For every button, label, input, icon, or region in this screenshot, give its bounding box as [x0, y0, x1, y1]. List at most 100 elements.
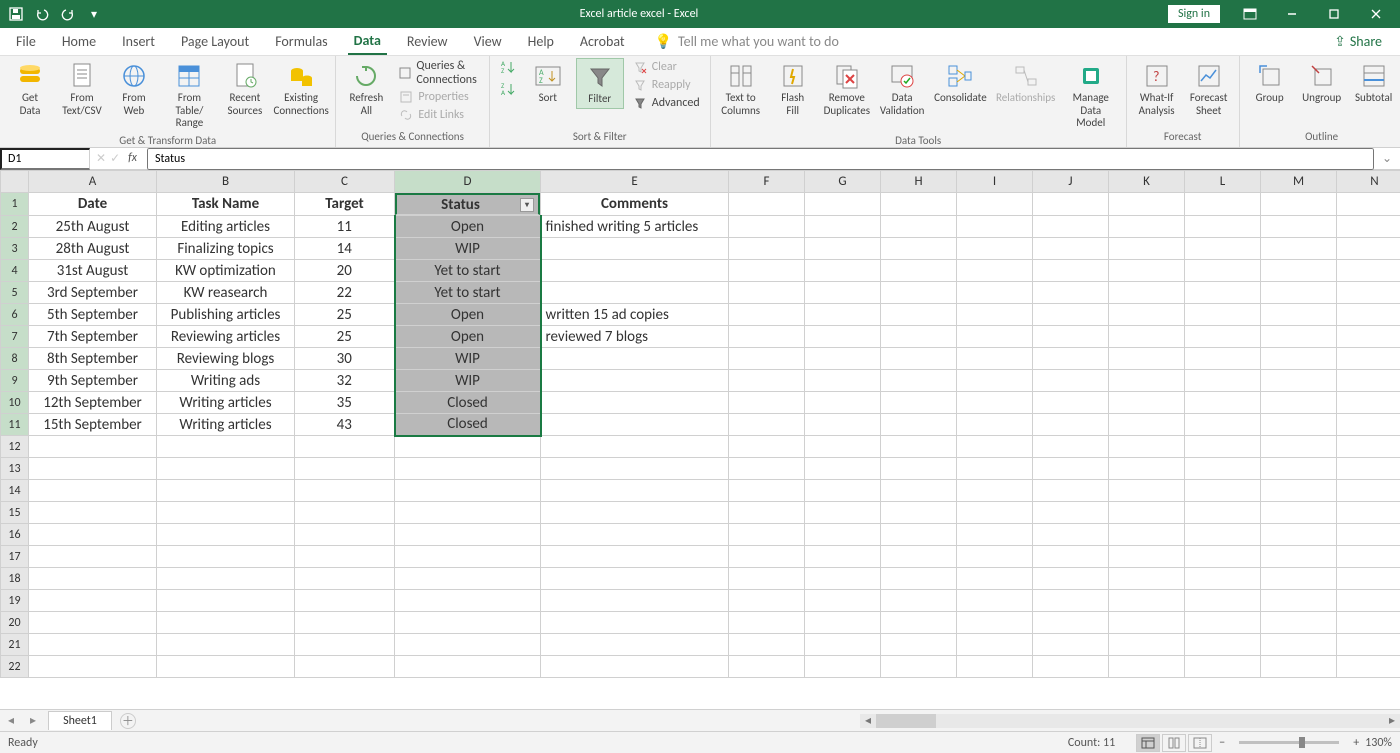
cell-H6[interactable]: [881, 304, 957, 326]
save-icon[interactable]: [6, 4, 26, 24]
cell-H10[interactable]: [881, 392, 957, 414]
cell-B13[interactable]: [157, 458, 295, 480]
col-header-J[interactable]: J: [1033, 171, 1109, 193]
col-header-K[interactable]: K: [1109, 171, 1185, 193]
cell-K14[interactable]: [1109, 480, 1185, 502]
cell-L5[interactable]: [1185, 282, 1261, 304]
cell-K21[interactable]: [1109, 634, 1185, 656]
cell-L12[interactable]: [1185, 436, 1261, 458]
cell-E19[interactable]: [541, 590, 729, 612]
cell-H9[interactable]: [881, 370, 957, 392]
cell-H4[interactable]: [881, 260, 957, 282]
cell-B16[interactable]: [157, 524, 295, 546]
cell-I22[interactable]: [957, 656, 1033, 678]
cell-J6[interactable]: [1033, 304, 1109, 326]
cell-J19[interactable]: [1033, 590, 1109, 612]
formula-bar[interactable]: [147, 148, 1374, 170]
cell-L1[interactable]: [1185, 193, 1261, 216]
cell-K22[interactable]: [1109, 656, 1185, 678]
cell-C2[interactable]: 11: [295, 216, 395, 238]
cell-K4[interactable]: [1109, 260, 1185, 282]
cell-N1[interactable]: [1337, 193, 1400, 216]
cell-I17[interactable]: [957, 546, 1033, 568]
cell-L10[interactable]: [1185, 392, 1261, 414]
cell-J16[interactable]: [1033, 524, 1109, 546]
sheet-tab-sheet1[interactable]: Sheet1: [48, 711, 112, 730]
cell-I10[interactable]: [957, 392, 1033, 414]
row-header-5[interactable]: 5: [1, 282, 29, 304]
sheet-nav-next[interactable]: ▸: [22, 713, 44, 728]
cell-H22[interactable]: [881, 656, 957, 678]
tab-acrobat[interactable]: Acrobat: [574, 29, 631, 54]
cell-J3[interactable]: [1033, 238, 1109, 260]
add-sheet-button[interactable]: ＋: [120, 713, 136, 729]
cell-H7[interactable]: [881, 326, 957, 348]
cell-C10[interactable]: 35: [295, 392, 395, 414]
row-header-21[interactable]: 21: [1, 634, 29, 656]
from-web-button[interactable]: FromWeb: [110, 58, 158, 119]
cell-N14[interactable]: [1337, 480, 1400, 502]
cell-E2[interactable]: finished writing 5 articles: [541, 216, 729, 238]
cell-L16[interactable]: [1185, 524, 1261, 546]
cell-G12[interactable]: [805, 436, 881, 458]
cell-L21[interactable]: [1185, 634, 1261, 656]
cell-B15[interactable]: [157, 502, 295, 524]
cell-N12[interactable]: [1337, 436, 1400, 458]
cell-N18[interactable]: [1337, 568, 1400, 590]
cell-E14[interactable]: [541, 480, 729, 502]
col-header-I[interactable]: I: [957, 171, 1033, 193]
cell-C4[interactable]: 20: [295, 260, 395, 282]
cell-M10[interactable]: [1261, 392, 1337, 414]
zoom-slider[interactable]: [1239, 741, 1339, 744]
cell-I12[interactable]: [957, 436, 1033, 458]
cell-E5[interactable]: [541, 282, 729, 304]
tab-review[interactable]: Review: [401, 29, 454, 54]
cell-F8[interactable]: [729, 348, 805, 370]
cell-D15[interactable]: [395, 502, 541, 524]
cell-B9[interactable]: Writing ads: [157, 370, 295, 392]
cell-I11[interactable]: [957, 414, 1033, 436]
cell-D18[interactable]: [395, 568, 541, 590]
row-header-14[interactable]: 14: [1, 480, 29, 502]
cell-C14[interactable]: [295, 480, 395, 502]
cell-N2[interactable]: [1337, 216, 1400, 238]
cell-K2[interactable]: [1109, 216, 1185, 238]
row-header-1[interactable]: 1: [1, 193, 29, 216]
share-button[interactable]: ⇪ Share: [1326, 33, 1390, 50]
view-normal-button[interactable]: [1136, 734, 1160, 752]
tab-data[interactable]: Data: [348, 28, 387, 55]
cell-J2[interactable]: [1033, 216, 1109, 238]
cell-I5[interactable]: [957, 282, 1033, 304]
cell-I13[interactable]: [957, 458, 1033, 480]
cell-F19[interactable]: [729, 590, 805, 612]
cell-I14[interactable]: [957, 480, 1033, 502]
remove-duplicates-button[interactable]: RemoveDuplicates: [821, 58, 873, 119]
cell-L14[interactable]: [1185, 480, 1261, 502]
cell-C19[interactable]: [295, 590, 395, 612]
cell-I1[interactable]: [957, 193, 1033, 216]
tab-file[interactable]: File: [10, 29, 42, 54]
text-to-columns-button[interactable]: Text toColumns: [717, 58, 765, 119]
cell-G13[interactable]: [805, 458, 881, 480]
cell-G8[interactable]: [805, 348, 881, 370]
cell-D13[interactable]: [395, 458, 541, 480]
row-header-19[interactable]: 19: [1, 590, 29, 612]
cell-G14[interactable]: [805, 480, 881, 502]
from-table-range-button[interactable]: From Table/Range: [162, 58, 217, 132]
cell-H11[interactable]: [881, 414, 957, 436]
cell-A5[interactable]: 3rd September: [29, 282, 157, 304]
sheet-nav-prev[interactable]: ◂: [0, 713, 22, 728]
row-header-4[interactable]: 4: [1, 260, 29, 282]
qat-customize-icon[interactable]: ▾: [84, 4, 104, 24]
cell-H19[interactable]: [881, 590, 957, 612]
cell-E9[interactable]: [541, 370, 729, 392]
row-header-16[interactable]: 16: [1, 524, 29, 546]
cell-J17[interactable]: [1033, 546, 1109, 568]
filter-dropdown-icon[interactable]: ▾: [520, 198, 534, 212]
cell-N21[interactable]: [1337, 634, 1400, 656]
cell-L22[interactable]: [1185, 656, 1261, 678]
cell-D10[interactable]: Closed: [395, 392, 541, 414]
cell-N3[interactable]: [1337, 238, 1400, 260]
cell-I19[interactable]: [957, 590, 1033, 612]
cell-M14[interactable]: [1261, 480, 1337, 502]
